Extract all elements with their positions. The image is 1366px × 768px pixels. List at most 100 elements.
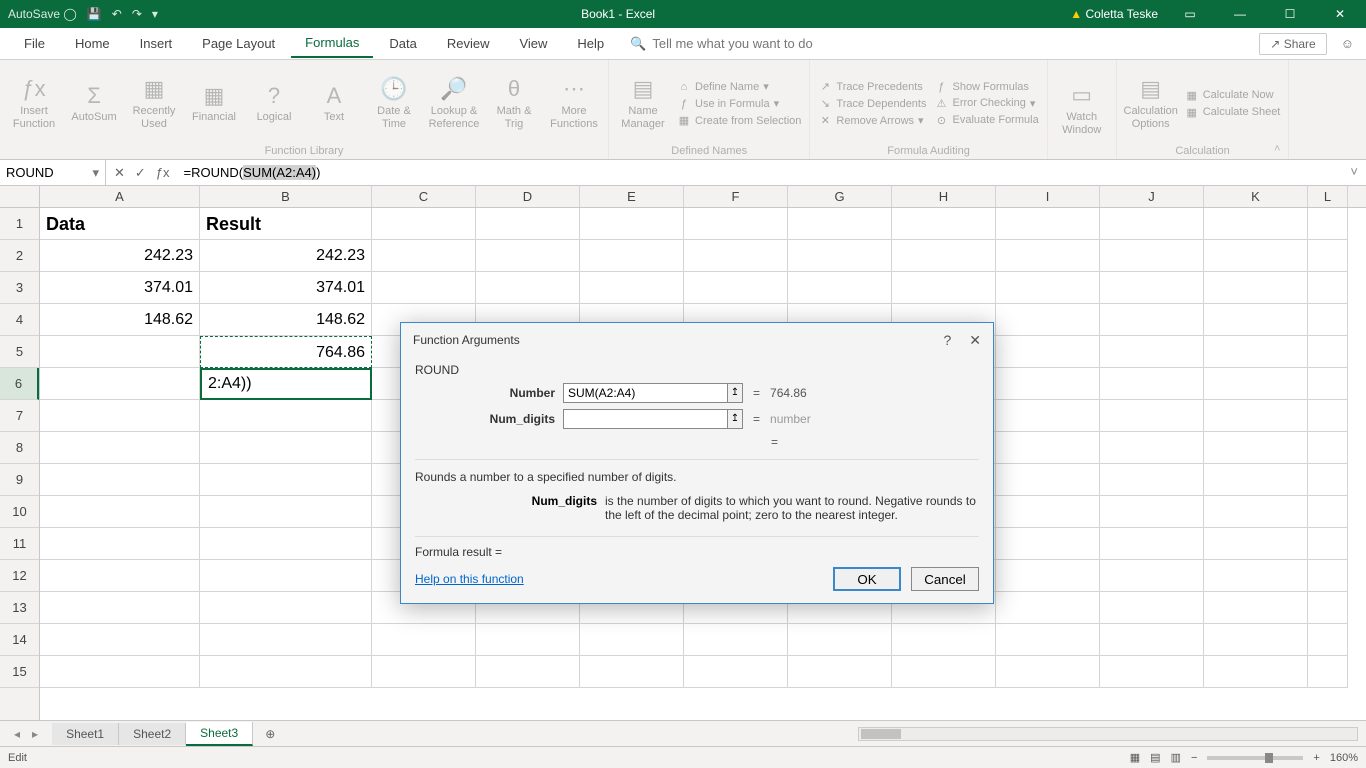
name-box-input[interactable] — [6, 165, 76, 180]
tab-data[interactable]: Data — [375, 30, 430, 57]
zoom-in-icon[interactable]: + — [1313, 752, 1319, 764]
cell-B1[interactable]: Result — [200, 208, 372, 240]
cell-I4[interactable] — [996, 304, 1100, 336]
zoom-slider[interactable] — [1207, 756, 1303, 760]
chevron-down-icon[interactable]: ▾ — [92, 165, 99, 181]
cell-L6[interactable] — [1308, 368, 1348, 400]
sheet-nav-prev-icon[interactable]: ◂ — [14, 727, 20, 741]
cell-K9[interactable] — [1204, 464, 1308, 496]
cell-A13[interactable] — [40, 592, 200, 624]
cell-J13[interactable] — [1100, 592, 1204, 624]
cell-I6[interactable] — [996, 368, 1100, 400]
cell-G2[interactable] — [788, 240, 892, 272]
add-sheet-button[interactable]: ⊕ — [253, 727, 287, 741]
watch-window-button[interactable]: ▭Watch Window — [1056, 82, 1108, 137]
define-name-button[interactable]: ⌂Define Name ▾ — [677, 80, 801, 93]
cell-A1[interactable]: Data — [40, 208, 200, 240]
cell-B11[interactable] — [200, 528, 372, 560]
row-header[interactable]: 11 — [0, 528, 39, 560]
row-header[interactable]: 5 — [0, 336, 39, 368]
cell-I7[interactable] — [996, 400, 1100, 432]
cell-J4[interactable] — [1100, 304, 1204, 336]
row-header[interactable]: 2 — [0, 240, 39, 272]
evaluate-formula-button[interactable]: ⊙Evaluate Formula — [934, 114, 1038, 127]
arg-input-numdigits[interactable] — [563, 409, 728, 429]
column-header[interactable]: B — [200, 186, 372, 207]
tab-review[interactable]: Review — [433, 30, 504, 57]
column-header[interactable]: C — [372, 186, 476, 207]
undo-icon[interactable]: ↶ — [112, 7, 122, 21]
cell-D1[interactable] — [476, 208, 580, 240]
show-formulas-button[interactable]: ƒShow Formulas — [934, 81, 1038, 93]
cell-G3[interactable] — [788, 272, 892, 304]
lookup-button[interactable]: 🔎Lookup & Reference — [428, 76, 480, 131]
cell-I15[interactable] — [996, 656, 1100, 688]
cell-J10[interactable] — [1100, 496, 1204, 528]
cell-L2[interactable] — [1308, 240, 1348, 272]
view-page-break-icon[interactable]: ▥ — [1171, 751, 1181, 764]
row-header[interactable]: 15 — [0, 656, 39, 688]
cell-I13[interactable] — [996, 592, 1100, 624]
date-time-button[interactable]: 🕒Date & Time — [368, 76, 420, 131]
cell-B4[interactable]: 148.62 — [200, 304, 372, 336]
cell-A3[interactable]: 374.01 — [40, 272, 200, 304]
cell-F1[interactable] — [684, 208, 788, 240]
name-manager-button[interactable]: ▤Name Manager — [617, 76, 669, 131]
cell-L5[interactable] — [1308, 336, 1348, 368]
view-normal-icon[interactable]: ▦ — [1130, 751, 1140, 764]
row-header[interactable]: 8 — [0, 432, 39, 464]
zoom-out-icon[interactable]: − — [1191, 752, 1197, 764]
cell-I3[interactable] — [996, 272, 1100, 304]
cell-L9[interactable] — [1308, 464, 1348, 496]
cell-F2[interactable] — [684, 240, 788, 272]
cell-E15[interactable] — [580, 656, 684, 688]
math-trig-button[interactable]: θMath & Trig — [488, 76, 540, 131]
cell-J8[interactable] — [1100, 432, 1204, 464]
collapse-ribbon-icon[interactable]: ˄ — [1274, 143, 1280, 155]
cell-C2[interactable] — [372, 240, 476, 272]
cell-B14[interactable] — [200, 624, 372, 656]
cell-C14[interactable] — [372, 624, 476, 656]
row-header[interactable]: 6 — [0, 368, 39, 400]
cell-F3[interactable] — [684, 272, 788, 304]
cell-L1[interactable] — [1308, 208, 1348, 240]
tab-help[interactable]: Help — [563, 30, 618, 57]
financial-button[interactable]: ▦Financial — [188, 83, 240, 125]
cell-B6[interactable]: 2:A4)) — [200, 368, 372, 400]
cell-I10[interactable] — [996, 496, 1100, 528]
select-all-corner[interactable] — [0, 186, 40, 208]
trace-dependents-button[interactable]: ↘Trace Dependents — [818, 97, 926, 110]
cell-D15[interactable] — [476, 656, 580, 688]
cell-B13[interactable] — [200, 592, 372, 624]
cell-F15[interactable] — [684, 656, 788, 688]
cell-L12[interactable] — [1308, 560, 1348, 592]
remove-arrows-button[interactable]: ✕Remove Arrows ▾ — [818, 114, 926, 127]
column-header[interactable]: K — [1204, 186, 1308, 207]
ribbon-display-icon[interactable]: ▭ — [1172, 7, 1208, 21]
cell-C3[interactable] — [372, 272, 476, 304]
sheet-nav-next-icon[interactable]: ▸ — [32, 727, 38, 741]
cell-E14[interactable] — [580, 624, 684, 656]
cell-K15[interactable] — [1204, 656, 1308, 688]
cell-A9[interactable] — [40, 464, 200, 496]
cell-B2[interactable]: 242.23 — [200, 240, 372, 272]
cell-I8[interactable] — [996, 432, 1100, 464]
row-header[interactable]: 1 — [0, 208, 39, 240]
cell-I1[interactable] — [996, 208, 1100, 240]
expand-formula-bar-icon[interactable]: ˅ — [1342, 160, 1366, 185]
help-on-function-link[interactable]: Help on this function — [415, 572, 524, 586]
cell-K2[interactable] — [1204, 240, 1308, 272]
cell-K13[interactable] — [1204, 592, 1308, 624]
cell-E3[interactable] — [580, 272, 684, 304]
column-header[interactable]: L — [1308, 186, 1348, 207]
cell-J14[interactable] — [1100, 624, 1204, 656]
calc-options-button[interactable]: ▤Calculation Options — [1125, 76, 1177, 131]
user-badge[interactable]: ▲ Coletta Teske — [1070, 7, 1158, 21]
cell-I14[interactable] — [996, 624, 1100, 656]
save-icon[interactable]: 💾 — [87, 7, 102, 21]
share-button[interactable]: ↗ Share — [1259, 33, 1326, 55]
cell-L7[interactable] — [1308, 400, 1348, 432]
row-header[interactable]: 13 — [0, 592, 39, 624]
tab-view[interactable]: View — [505, 30, 561, 57]
row-header[interactable]: 12 — [0, 560, 39, 592]
